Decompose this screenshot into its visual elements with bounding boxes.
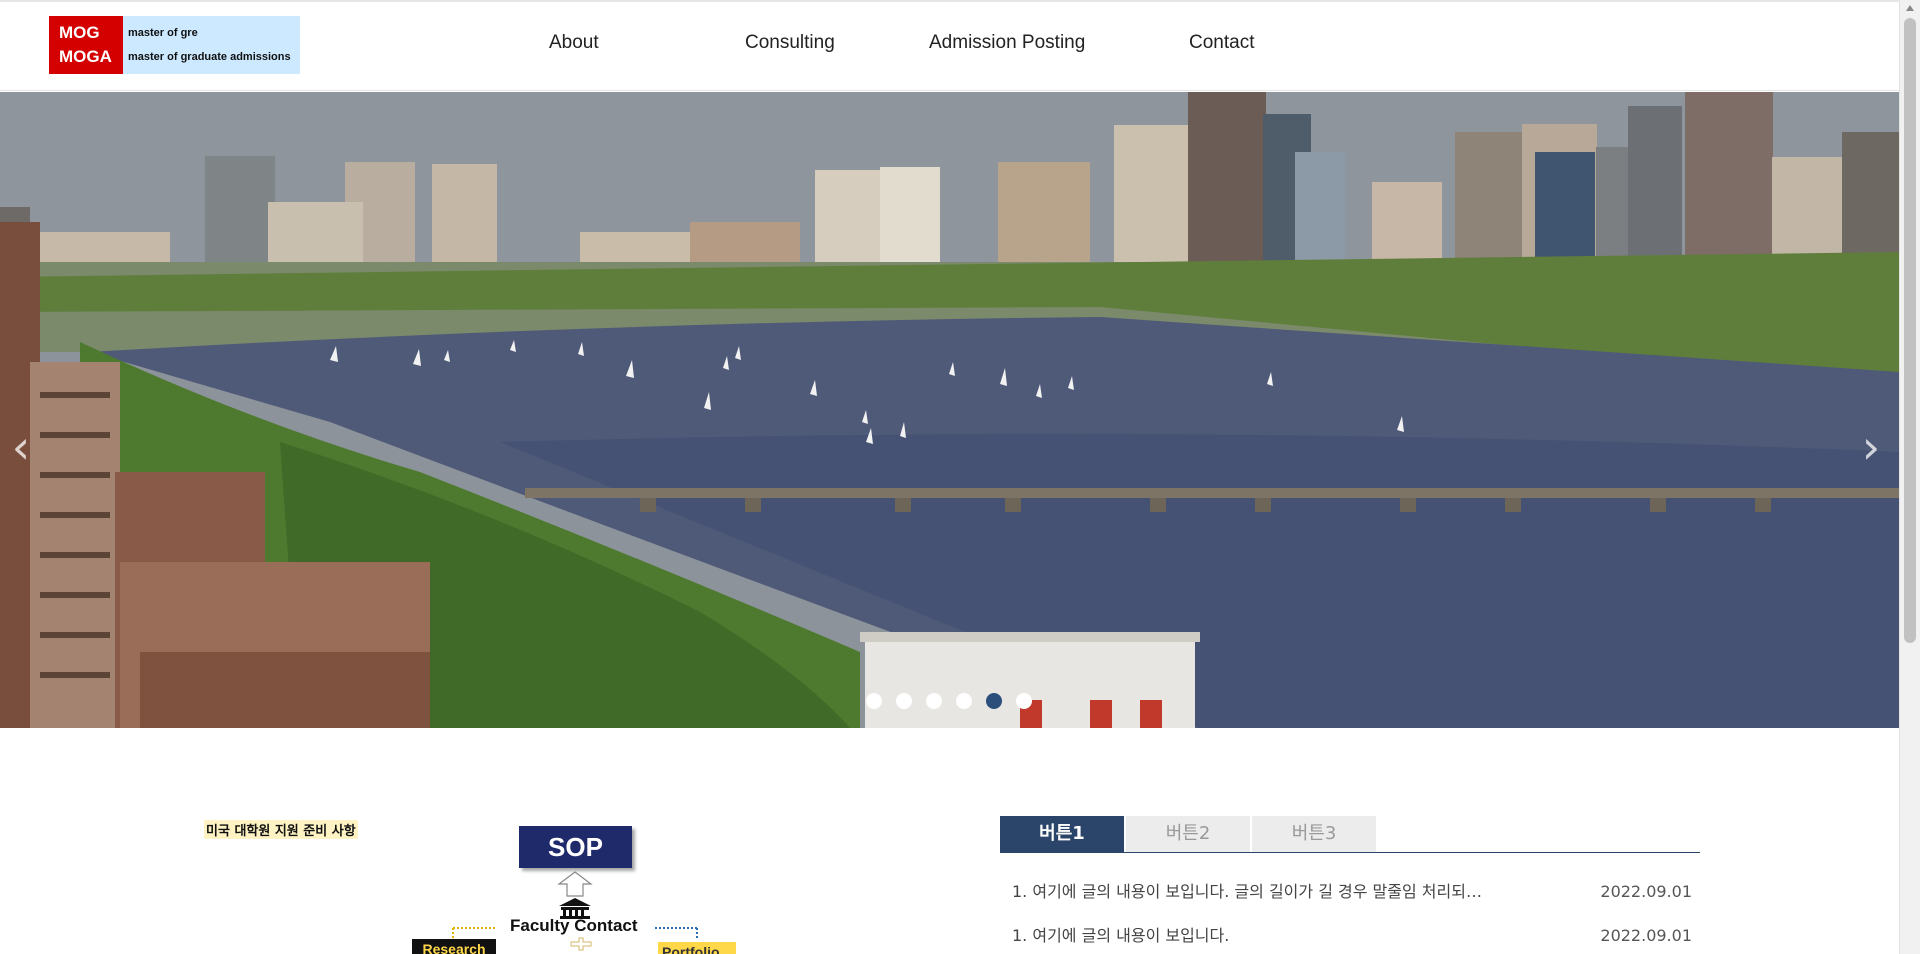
chevron-left-icon[interactable]: ‹ [6, 422, 36, 472]
nav-contact[interactable]: Contact [1189, 32, 1254, 54]
list-item[interactable]: 1. 여기에 글의 내용이 보입니다. 2022.09.01 [1012, 922, 1692, 948]
tab-button2[interactable]: 버튼2 [1126, 816, 1250, 852]
hero-slider: ‹ › [0, 92, 1899, 728]
post-title: 1. 여기에 글의 내용이 보입니다. 글의 길이가 길 경우 말줄임 처리되어… [1012, 882, 1492, 901]
post-date: 2022.09.01 [1600, 926, 1692, 945]
page: MOG MOGA master of gre master of graduat… [0, 0, 1920, 954]
tab-divider [1000, 852, 1700, 853]
prep-title: 미국 대학원 지원 준비 사항 [204, 820, 358, 839]
list-item[interactable]: 1. 여기에 글의 내용이 보입니다. 글의 길이가 길 경우 말줄임 처리되어… [1012, 878, 1692, 904]
prep-diagram: SOP Faculty Contact Research Portfolio [405, 820, 745, 954]
hero-image [0, 92, 1899, 728]
diagram-research: Research [412, 939, 496, 954]
site-logo[interactable]: MOG MOGA master of gre master of graduat… [49, 16, 300, 74]
nav-admission-posting[interactable]: Admission Posting [929, 32, 1085, 54]
logo-line2: MOGA [59, 47, 112, 66]
slider-dot[interactable] [956, 693, 972, 709]
scrollbar[interactable] [1899, 0, 1920, 954]
slider-dot[interactable] [1016, 693, 1032, 709]
logo-tagline2: master of graduate admissions [128, 51, 291, 63]
slider-pagination [866, 693, 1032, 709]
slider-dot[interactable] [896, 693, 912, 709]
tab-button1[interactable]: 버튼1 [1000, 816, 1124, 852]
nav-about[interactable]: About [549, 32, 599, 54]
slider-dot-active[interactable] [986, 693, 1002, 709]
diagram-faculty-contact: Faculty Contact [510, 916, 638, 935]
slider-dot[interactable] [926, 693, 942, 709]
scroll-up-icon[interactable] [1906, 5, 1914, 11]
post-title: 1. 여기에 글의 내용이 보입니다. [1012, 926, 1230, 945]
logo-line1: MOG [59, 23, 100, 42]
board-tabs: 버튼1 버튼2 버튼3 [1000, 816, 1376, 852]
site-header: MOG MOGA master of gre master of graduat… [0, 2, 1899, 91]
scrollbar-thumb[interactable] [1904, 18, 1916, 643]
logo-tagline1: master of gre [128, 27, 198, 39]
tab-button3[interactable]: 버튼3 [1252, 816, 1376, 852]
slider-dot[interactable] [866, 693, 882, 709]
logo-mark: MOG MOGA [49, 16, 123, 74]
post-date: 2022.09.01 [1600, 882, 1692, 901]
nav-consulting[interactable]: Consulting [745, 32, 835, 54]
chevron-right-icon[interactable]: › [1856, 422, 1886, 472]
logo-tagline: master of gre master of graduate admissi… [123, 16, 300, 74]
diagram-portfolio: Portfolio [658, 942, 736, 954]
